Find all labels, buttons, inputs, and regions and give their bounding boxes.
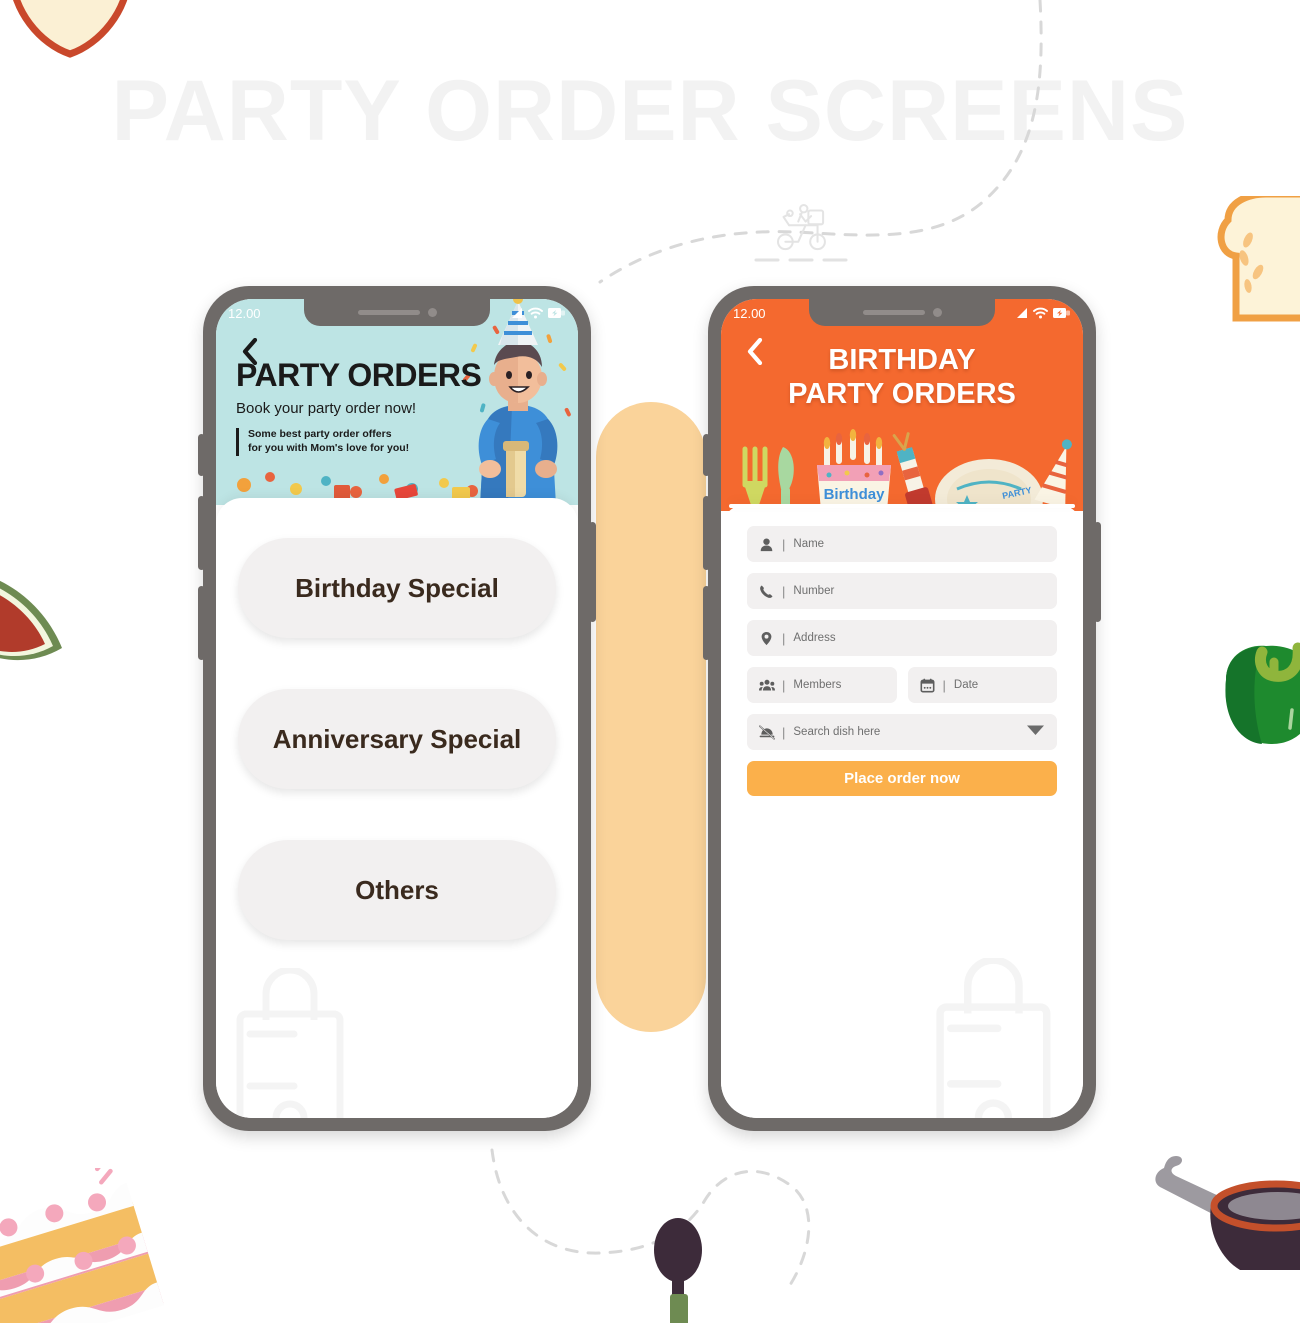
front-camera [427, 308, 437, 317]
options-sheet: Birthday Special Anniversary Special Oth… [216, 498, 578, 1118]
option-card-birthday-special[interactable]: Birthday Special [238, 538, 556, 638]
field-placeholder: Members [793, 679, 842, 691]
place-order-label: Place order now [844, 770, 960, 787]
statusbar-clock: 12.00 [733, 305, 766, 321]
field-separator: | [782, 724, 786, 740]
chevron-left-icon [242, 337, 257, 365]
order-form-card: | Name | Number | Address | Members | Da… [729, 504, 1075, 796]
earpiece-speaker [862, 310, 925, 315]
screen-birthday-party-orders: Birthday PARTY BIRTHDAY PARTY ORDERS 12.… [721, 299, 1083, 1118]
svg-text:Birthday: Birthday [824, 486, 886, 503]
dish-icon [758, 724, 775, 741]
signal-icon [512, 308, 522, 318]
birthday-cake-decoration [0, 1168, 165, 1323]
back-button[interactable] [236, 336, 262, 366]
statusbar-icons [1014, 307, 1071, 319]
option-card-others[interactable]: Others [238, 840, 556, 940]
hero-banner-birthday: Birthday PARTY [721, 299, 1083, 511]
phone-button-volume-up[interactable] [198, 496, 205, 570]
statusbar-clock: 12.00 [228, 305, 261, 321]
phone-button-power[interactable] [1094, 522, 1101, 622]
earpiece-speaker [357, 310, 420, 315]
phone-notch-right [809, 299, 995, 326]
field-separator: | [942, 677, 946, 693]
poster-canvas: PARTY ORDER SCREENS PARTY ORDERS Book yo… [0, 0, 1300, 1323]
field-placeholder: Search dish here [793, 726, 881, 738]
option-label: Birthday Special [295, 572, 499, 603]
shopping-bag-icon [936, 958, 1051, 1118]
order-form: | Name | Number | Address | Members | Da… [729, 504, 1075, 816]
phone-button-mute[interactable] [703, 434, 710, 476]
chevron-left-icon [747, 337, 762, 365]
field-name[interactable]: | Name [747, 526, 1057, 562]
bread-slice-decoration [1217, 196, 1300, 322]
phone-icon [758, 583, 775, 600]
field-members[interactable]: | Members [747, 667, 897, 703]
page-title: PARTY ORDER SCREENS [111, 63, 1189, 159]
spoon-decoration [654, 1218, 702, 1323]
option-label: Anniversary Special [272, 723, 522, 754]
phone-mockup-right: Birthday PARTY BIRTHDAY PARTY ORDERS 12.… [703, 286, 1101, 1131]
place-order-button[interactable]: Place order now [747, 761, 1057, 796]
group-icon [758, 677, 775, 694]
caret-down-icon[interactable] [1026, 723, 1045, 741]
phone-button-volume-up[interactable] [703, 496, 710, 570]
field-search-dish[interactable]: | Search dish here [747, 714, 1057, 750]
field-address[interactable]: | Address [747, 620, 1057, 656]
phone-button-volume-down[interactable] [703, 586, 710, 660]
statusbar-icons [509, 307, 566, 319]
back-button[interactable] [741, 336, 767, 366]
field-separator: | [782, 677, 786, 693]
option-card-anniversary-special[interactable]: Anniversary Special [238, 689, 556, 789]
phone-button-mute[interactable] [198, 434, 205, 476]
person-icon [758, 536, 775, 553]
phone-button-power[interactable] [589, 522, 596, 622]
signal-icon [1017, 308, 1027, 318]
watermelon-decoration [0, 580, 62, 661]
field-separator: | [782, 583, 786, 599]
field-placeholder: Number [793, 585, 835, 597]
field-separator: | [782, 630, 786, 646]
phone-mockup-left: PARTY ORDERS Book your party order now! … [198, 286, 596, 1131]
bell-pepper-decoration [1225, 642, 1300, 744]
option-label: Others [355, 874, 439, 905]
field-placeholder: Name [793, 538, 825, 550]
screen-party-orders: PARTY ORDERS Book your party order now! … [216, 299, 578, 1118]
battery-icon [1053, 308, 1070, 318]
field-placeholder: Address [793, 632, 836, 644]
wifi-icon [1033, 307, 1048, 319]
phone-button-volume-down[interactable] [198, 586, 205, 660]
battery-icon [548, 308, 565, 318]
birthday-party-table-photo: Birthday PARTY [742, 429, 1072, 511]
party-man-confetti-illustration [237, 299, 571, 505]
apple-half-decoration [13, 0, 128, 58]
phone-notch-left [304, 299, 490, 326]
frying-pan-decoration [1155, 1156, 1300, 1270]
center-accent-shape [596, 402, 706, 1032]
field-separator: | [782, 536, 786, 552]
front-camera [932, 308, 942, 317]
field-date[interactable]: | Date [907, 667, 1057, 703]
hero-banner-party-orders [216, 299, 578, 505]
field-number[interactable]: | Number [747, 573, 1057, 609]
shopping-bag-icon [236, 968, 344, 1118]
field-row-members-date: | Members | Date [747, 667, 1057, 714]
wifi-icon [528, 307, 543, 319]
location-icon [758, 630, 775, 647]
field-placeholder: Date [953, 679, 979, 691]
calendar-icon [919, 677, 936, 694]
